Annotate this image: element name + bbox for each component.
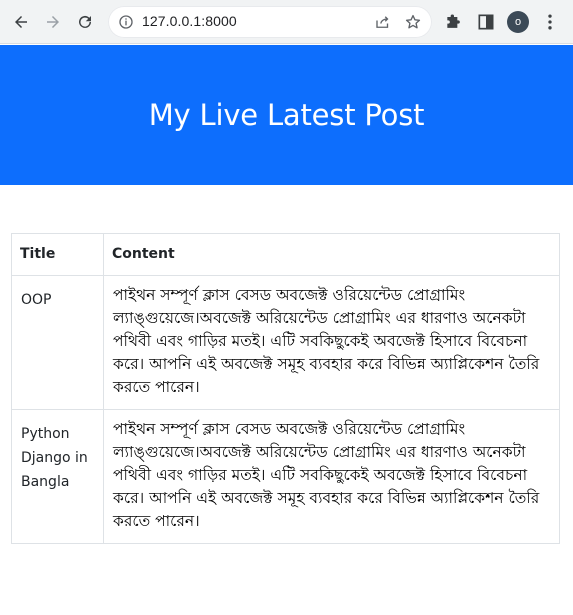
share-icon[interactable] [374, 13, 392, 31]
browser-toolbar: 127.0.0.1:8000 o [0, 0, 573, 44]
page-title: My Live Latest Post [148, 98, 425, 132]
page-header: My Live Latest Post [0, 45, 573, 185]
info-icon[interactable] [118, 14, 134, 30]
post-title: OOP [11, 275, 104, 410]
column-header-content: Content [103, 233, 560, 276]
post-content: পাইথন সম্পূর্ণ ক্লাস বেসড অবজেক্ট ওরিয়ে… [103, 409, 560, 544]
side-panel-icon[interactable] [476, 12, 496, 32]
reload-icon [79, 15, 91, 28]
address-bar[interactable]: 127.0.0.1:8000 [108, 6, 432, 38]
table-row: OOP পাইথন সম্পূর্ণ ক্লাস বেসড অবজেক্ট ওর… [11, 275, 560, 410]
kebab-menu-icon[interactable] [540, 12, 560, 32]
profile-avatar[interactable]: o [507, 11, 529, 33]
table-header-row: Title Content [11, 233, 560, 276]
puzzle-icon[interactable] [444, 12, 464, 32]
url-text[interactable]: 127.0.0.1:8000 [142, 13, 237, 29]
star-icon[interactable] [404, 13, 422, 31]
column-header-title: Title [11, 233, 104, 276]
arrow-left-icon [15, 16, 27, 28]
table-row: Python Django in Bangla পাইথন সম্পূর্ণ ক… [11, 409, 560, 544]
post-title: Python Django in Bangla [11, 409, 104, 544]
forward-button[interactable] [39, 8, 67, 36]
back-button[interactable] [7, 8, 35, 36]
posts-table-container: Title Content OOP পাইথন সম্পূর্ণ ক্লাস ব… [11, 233, 560, 544]
arrow-right-icon [47, 16, 59, 28]
reload-button[interactable] [71, 8, 99, 36]
posts-table: Title Content OOP পাইথন সম্পূর্ণ ক্লাস ব… [11, 233, 560, 544]
post-content: পাইথন সম্পূর্ণ ক্লাস বেসড অবজেক্ট ওরিয়ে… [103, 275, 560, 410]
